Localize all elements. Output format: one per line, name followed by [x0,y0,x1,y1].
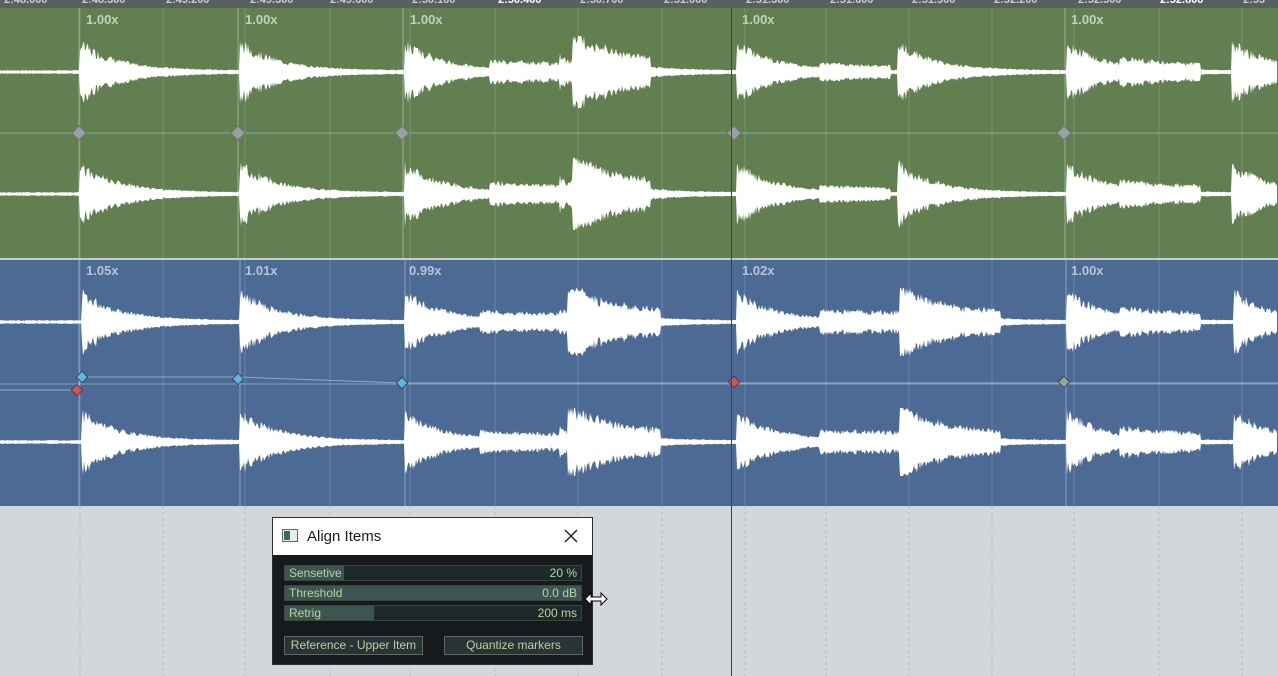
quantize-markers-button[interactable]: Quantize markers [444,636,583,655]
ruler-tick-label: 2:51.300 [746,0,790,6]
sensitive-label: Sensetive [289,566,342,580]
stretch-marker[interactable] [1056,125,1072,141]
playrate-label: 1.05x [86,263,119,278]
ruler-tick-label: 2:50.400 [498,0,542,6]
threshold-value: 0.0 dB [542,586,577,600]
waveform-channel-2 [0,408,1277,476]
ruler-tick-label: 2:52.800 [1160,0,1204,6]
sensitive-slider[interactable]: Sensetive 20 % [284,565,582,581]
ruler-tick-label: 2:48.300 [82,0,126,6]
align-items-dialog[interactable]: Align Items Sensetive 20 % Threshold 0.0… [272,517,593,665]
resize-cursor-icon [584,592,608,606]
ruler-tick-label: 2:49.600 [330,0,374,6]
dialog-titlebar[interactable]: Align Items [273,518,592,555]
playrate-label: 1.01x [245,263,278,278]
retrig-label: Retrig [289,606,322,620]
reference-upper-item-button[interactable]: Reference - Upper Item [284,636,423,655]
upper-item[interactable]: 1.00x 1.00x 1.00x 1.00x 1.00x [0,8,1278,258]
stretch-marker[interactable] [395,376,409,390]
playrate-label: 1.00x [245,12,278,27]
stretch-marker[interactable] [1057,375,1071,389]
playrate-label: 1.00x [1071,263,1104,278]
playrate-label: 1.00x [1071,12,1104,27]
edit-cursor [731,8,732,676]
ruler-tick-label: 2:51.000 [664,0,708,6]
ruler-tick-label: 2:49.300 [250,0,294,6]
playrate-label: 1.00x [86,12,119,27]
ruler-tick-label: 2:51.600 [830,0,874,6]
arrange-view[interactable]: 2:48.000 2:48.300 2:49.200 2:49.300 2:49.600… [0,0,1278,676]
stretch-marker[interactable] [230,125,246,141]
sensitive-value: 20 % [549,566,577,580]
ruler-tick-label: 2:50.700 [580,0,624,6]
retrig-value: 200 ms [537,606,577,620]
ruler-tick-label: 2:53 [1243,0,1266,6]
ruler-tick-label: 2:48.000 [4,0,48,6]
waveform-channel-1 [0,36,1277,108]
playrate-label: 1.02x [742,263,775,278]
empty-area-gridlines [79,506,1243,676]
threshold-slider[interactable]: Threshold 0.0 dB [284,585,582,601]
ruler-tick-label: 2:52.500 [1078,0,1122,6]
empty-track-area[interactable] [0,506,1278,676]
playrate-label: 1.00x [410,12,443,27]
ruler-tick-label: 2:52.200 [994,0,1038,6]
window-icon [282,529,298,542]
lower-item[interactable]: 1.05x 1.01x 0.99x 1.02x 1.00x [0,260,1278,506]
ruler-tick-label: 2:49.200 [166,0,210,6]
retrig-slider[interactable]: Retrig 200 ms [284,605,582,621]
upper-waveform: 1.00x 1.00x 1.00x 1.00x 1.00x [0,8,1278,258]
threshold-label: Threshold [289,586,343,600]
timeline-ruler[interactable]: 2:48.000 2:48.300 2:49.200 2:49.300 2:49.600… [0,0,1278,8]
close-icon[interactable] [562,527,580,545]
ruler-tick-label: 2:51.900 [912,0,956,6]
stretch-marker[interactable] [71,125,87,141]
playrate-label: 0.99x [409,263,442,278]
stretch-marker[interactable] [231,372,245,386]
stretch-marker[interactable] [394,125,410,141]
stretch-marker[interactable] [726,125,742,141]
waveform-channel-1 [0,288,1277,356]
waveform-channel-2 [0,158,1277,230]
stretch-marker[interactable] [75,370,89,384]
playrate-label: 1.00x [742,12,775,27]
dialog-title: Align Items [307,528,382,545]
lower-waveform: 1.05x 1.01x 0.99x 1.02x 1.00x [0,260,1278,506]
ruler-tick-label: 2:50.100 [412,0,456,6]
stretch-marker[interactable] [70,383,84,397]
